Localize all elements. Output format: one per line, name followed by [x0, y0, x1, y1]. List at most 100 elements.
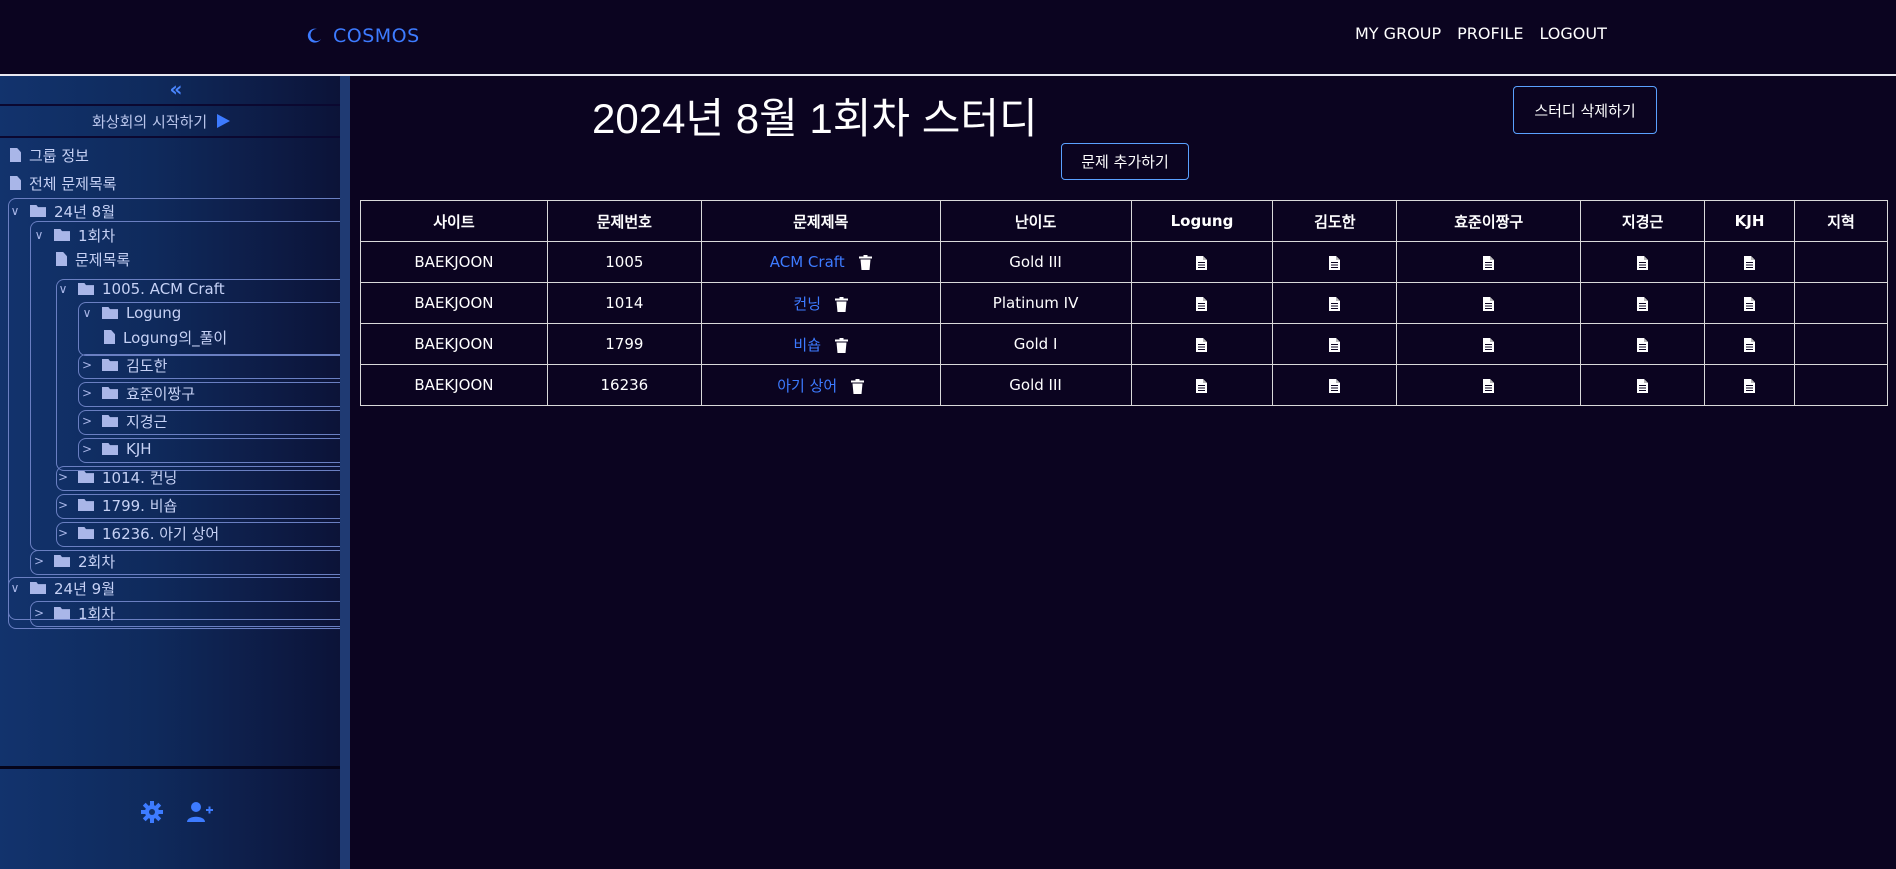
- column-header: 지혁: [1794, 200, 1888, 242]
- folder-aug-2024[interactable]: ∨ 24년 8월: [8, 200, 115, 222]
- solution-file-icon[interactable]: [1196, 255, 1208, 270]
- solution-file-icon[interactable]: [1196, 337, 1208, 352]
- folder-round-1[interactable]: ∨ 1회차: [32, 224, 116, 246]
- problem-title-link[interactable]: 아기 상어: [777, 377, 837, 395]
- add-problem-button[interactable]: 문제 추가하기: [1061, 143, 1189, 180]
- chevron-right-icon: >: [33, 606, 45, 620]
- sidebar-item-all-problems[interactable]: 전체 문제목록: [10, 172, 117, 194]
- folder-label: 지경근: [126, 412, 168, 431]
- folder-problem-16236[interactable]: > 16236. 아기 상어: [56, 522, 219, 544]
- trash-icon[interactable]: [835, 296, 849, 312]
- solution-file-icon[interactable]: [1744, 378, 1756, 393]
- table-row: BAEKJOON 1014 컨닝 Platinum IV: [360, 282, 1888, 324]
- problem-table: 사이트 문제번호 문제제목 난이도 Logung 김도한 효준이짱구 지경근 K…: [360, 200, 1888, 406]
- solution-file-icon[interactable]: [1483, 378, 1495, 393]
- page-title: 2024년 8월 1회차 스터디: [592, 95, 1038, 142]
- solution-file-icon[interactable]: [1483, 296, 1495, 311]
- start-video-call-button[interactable]: 화상회의 시작하기: [92, 110, 231, 132]
- top-navbar: COSMOS MY GROUP PROFILE LOGOUT: [0, 0, 1896, 76]
- trash-icon[interactable]: [835, 337, 849, 353]
- cell-member-solution: [1396, 282, 1582, 324]
- cell-member-solution: [1272, 282, 1398, 324]
- problem-title-link[interactable]: ACM Craft: [770, 253, 845, 271]
- delete-study-button[interactable]: 스터디 삭제하기: [1513, 86, 1657, 134]
- add-user-icon[interactable]: [186, 800, 214, 824]
- folder-icon: [102, 387, 118, 399]
- solution-file-icon[interactable]: [1329, 378, 1341, 393]
- solution-file-icon[interactable]: [1637, 337, 1649, 352]
- cell-member-solution: [1130, 282, 1274, 324]
- table-row: BAEKJOON 1799 비숍 Gold I: [360, 323, 1888, 365]
- column-header: Logung: [1130, 200, 1274, 242]
- start-call-label: 화상회의 시작하기: [92, 112, 208, 131]
- folder-sep-2024[interactable]: ∨ 24년 9월: [8, 577, 115, 599]
- problem-title-link[interactable]: 비숍: [793, 336, 821, 354]
- cell-member-solution: [1704, 323, 1795, 365]
- folder-problem-1799[interactable]: > 1799. 비숍: [56, 494, 177, 516]
- folder-kjh[interactable]: > KJH: [80, 438, 152, 460]
- solution-file-icon[interactable]: [1329, 255, 1341, 270]
- folder-icon: [102, 359, 118, 371]
- trash-icon[interactable]: [851, 378, 865, 394]
- folder-kimdohan[interactable]: > 김도한: [80, 354, 167, 376]
- solution-file-icon[interactable]: [1329, 337, 1341, 352]
- cell-member-solution: [1272, 241, 1398, 283]
- folder-icon: [102, 307, 118, 319]
- cell-member-solution: [1704, 241, 1795, 283]
- sidebar-resize-handle[interactable]: [340, 76, 350, 869]
- folder-round-2[interactable]: > 2회차: [32, 550, 115, 572]
- cell-member-solution: [1580, 323, 1706, 365]
- folder-sep-round-1[interactable]: > 1회차: [32, 602, 115, 624]
- trash-icon[interactable]: [858, 255, 872, 270]
- sidebar-item-problem-list[interactable]: 문제목록: [56, 248, 130, 270]
- folder-label: 1회차: [78, 226, 116, 245]
- chevron-right-icon: >: [81, 442, 93, 456]
- nav-logout[interactable]: LOGOUT: [1539, 24, 1606, 43]
- folder-icon: [30, 582, 46, 594]
- folder-icon: [78, 527, 94, 539]
- table-row: BAEKJOON 1005 ACM Craft Gold III: [360, 241, 1888, 283]
- cell-member-solution: [1580, 241, 1706, 283]
- nav-links: MY GROUP PROFILE LOGOUT: [1355, 24, 1607, 43]
- solution-file-icon[interactable]: [1637, 378, 1649, 393]
- folder-problem-1014[interactable]: > 1014. 컨닝: [56, 466, 177, 488]
- nav-profile[interactable]: PROFILE: [1457, 24, 1523, 43]
- solution-file-icon[interactable]: [1744, 296, 1756, 311]
- nav-my-group[interactable]: MY GROUP: [1355, 24, 1441, 43]
- file-icon: [104, 330, 115, 344]
- folder-problem-1005[interactable]: ∨ 1005. ACM Craft: [56, 278, 225, 300]
- cell-member-solution: [1794, 241, 1888, 283]
- chevron-right-icon: >: [33, 554, 45, 568]
- cell-member-solution: [1130, 323, 1274, 365]
- column-header: 사이트: [360, 200, 548, 242]
- solution-file-icon[interactable]: [1196, 296, 1208, 311]
- cell-member-solution: [1580, 282, 1706, 324]
- folder-icon: [102, 415, 118, 427]
- cell-member-solution: [1130, 241, 1274, 283]
- solution-file-icon[interactable]: [1744, 337, 1756, 352]
- folder-jigyeong[interactable]: > 지경근: [80, 410, 167, 432]
- solution-file-icon[interactable]: [1637, 296, 1649, 311]
- cell-member-solution: [1580, 364, 1706, 406]
- cell-difficulty: Gold III: [939, 364, 1132, 406]
- cell-member-solution: [1794, 364, 1888, 406]
- sidebar-item-group-info[interactable]: 그룹 정보: [10, 144, 89, 166]
- gear-icon[interactable]: [140, 800, 164, 824]
- cell-member-solution: [1794, 323, 1888, 365]
- cell-difficulty: Gold I: [939, 323, 1132, 365]
- cell-site: BAEKJOON: [360, 323, 548, 365]
- solution-file-icon[interactable]: [1196, 378, 1208, 393]
- divider: [0, 766, 340, 769]
- sidebar-item-logung-solution[interactable]: Logung의_풀이: [104, 326, 227, 348]
- solution-file-icon[interactable]: [1483, 337, 1495, 352]
- brand-logo[interactable]: COSMOS: [305, 22, 420, 50]
- problem-title-link[interactable]: 컨닝: [793, 295, 821, 313]
- file-icon: [10, 176, 21, 190]
- solution-file-icon[interactable]: [1637, 255, 1649, 270]
- folder-logung[interactable]: ∨ Logung: [80, 302, 182, 324]
- solution-file-icon[interactable]: [1744, 255, 1756, 270]
- solution-file-icon[interactable]: [1329, 296, 1341, 311]
- collapse-sidebar-button[interactable]: «: [165, 79, 187, 100]
- folder-hyojun[interactable]: > 효준이짱구: [80, 382, 195, 404]
- solution-file-icon[interactable]: [1483, 255, 1495, 270]
